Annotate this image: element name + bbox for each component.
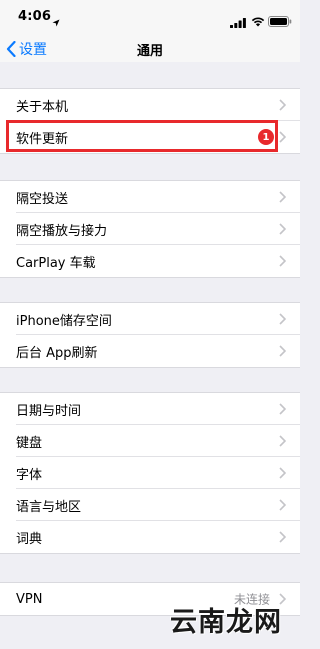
settings-group-regional: 日期与时间 键盘 字体 语言与地区 词典 <box>0 392 300 554</box>
chevron-right-icon <box>279 531 286 543</box>
row-label: 隔空播放与接力 <box>16 223 108 239</box>
wifi-icon <box>251 12 265 31</box>
row-label: 语言与地区 <box>16 499 82 515</box>
settings-row-language-region[interactable]: 语言与地区 <box>0 489 300 521</box>
settings-row-fonts[interactable]: 字体 <box>0 457 300 489</box>
settings-group-airdrop: 隔空投送 隔空播放与接力 CarPlay 车载 <box>0 180 300 278</box>
row-label: 字体 <box>16 467 43 483</box>
settings-row-software-update[interactable]: 软件更新 1 <box>0 121 300 153</box>
chevron-right-icon <box>279 313 286 325</box>
settings-group-storage: iPhone储存空间 后台 App刷新 <box>0 302 300 368</box>
chevron-right-icon <box>279 191 286 203</box>
chevron-right-icon <box>279 99 286 111</box>
row-label: CarPlay 车载 <box>16 255 96 271</box>
chevron-right-icon <box>279 223 286 235</box>
navigation-bar: 设置 通用 <box>0 36 300 62</box>
chevron-right-icon <box>279 131 286 143</box>
settings-row-keyboard[interactable]: 键盘 <box>0 425 300 457</box>
chevron-right-icon <box>279 467 286 479</box>
settings-row-airplay-handoff[interactable]: 隔空播放与接力 <box>0 213 300 245</box>
row-label: iPhone储存空间 <box>16 313 112 329</box>
row-label: 后台 App刷新 <box>16 345 98 361</box>
location-icon <box>52 12 60 31</box>
row-label: 词典 <box>16 531 43 547</box>
row-label: 关于本机 <box>16 99 69 115</box>
settings-row-iphone-storage[interactable]: iPhone储存空间 <box>0 303 300 335</box>
notification-badge: 1 <box>258 129 274 145</box>
settings-row-about[interactable]: 关于本机 <box>0 89 300 121</box>
battery-icon <box>268 12 292 31</box>
chevron-right-icon <box>279 435 286 447</box>
page-title: 通用 <box>136 44 163 59</box>
settings-row-dictionary[interactable]: 词典 <box>0 521 300 553</box>
settings-group-about: 关于本机 软件更新 1 <box>0 88 300 154</box>
status-bar: 4:06 <box>0 0 300 36</box>
settings-row-date-time[interactable]: 日期与时间 <box>0 393 300 425</box>
row-label: 隔空投送 <box>16 191 69 207</box>
chevron-right-icon <box>279 255 286 267</box>
watermark-logo: 云南龙网 <box>170 607 282 638</box>
settings-row-airdrop[interactable]: 隔空投送 <box>0 181 300 213</box>
chevron-right-icon <box>279 499 286 511</box>
chevron-right-icon <box>279 345 286 357</box>
settings-row-background-app-refresh[interactable]: 后台 App刷新 <box>0 335 300 367</box>
signal-icon <box>230 13 246 32</box>
row-label: 键盘 <box>16 435 43 451</box>
settings-row-carplay[interactable]: CarPlay 车载 <box>0 245 300 277</box>
row-label: 日期与时间 <box>16 403 82 419</box>
status-time: 4:06 <box>18 9 52 24</box>
chevron-right-icon <box>279 403 286 415</box>
